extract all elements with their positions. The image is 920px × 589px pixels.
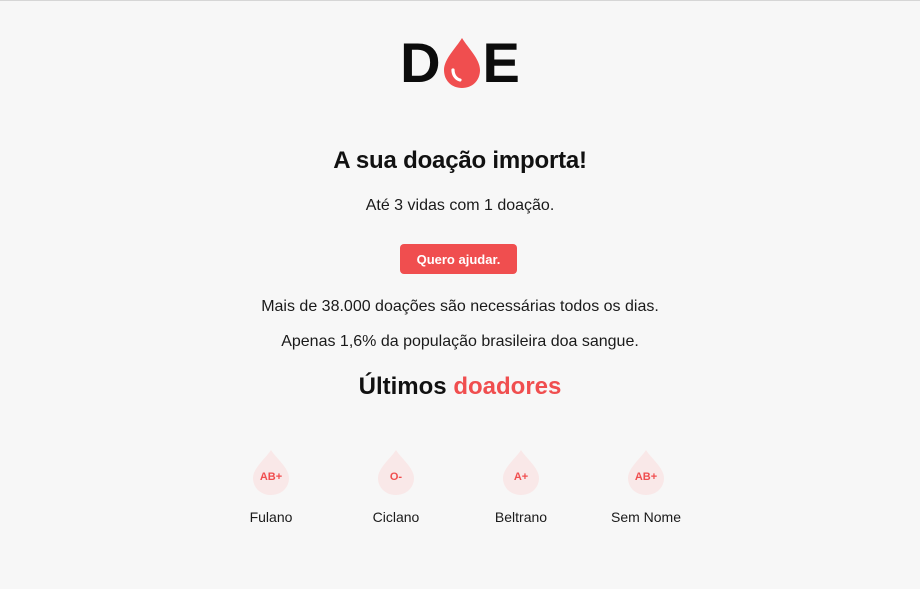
donor-name: Ciclano xyxy=(372,509,420,525)
donor-card: AB+ Fulano xyxy=(216,449,326,525)
donors-section-title: Últimos doadores xyxy=(0,373,920,401)
donor-name: Beltrano xyxy=(494,509,548,525)
stat-donations-needed: Mais de 38.000 doações são necessárias t… xyxy=(261,298,659,315)
logo-letter-d: D xyxy=(400,31,441,94)
hero-subtitle: Até 3 vidas com 1 doação. xyxy=(365,197,555,214)
blood-drop-icon xyxy=(443,38,480,88)
donor-drop: AB+ xyxy=(251,449,291,497)
stat-population-donors: Apenas 1,6% da população brasileira doa … xyxy=(281,333,639,350)
donor-name: Fulano xyxy=(249,509,293,525)
blood-type-label: O- xyxy=(389,471,403,483)
logo: D E xyxy=(0,35,920,91)
donors-title-accent: doadores xyxy=(453,373,562,400)
donor-card: A+ Beltrano xyxy=(466,449,576,525)
donor-card: AB+ Sem Nome xyxy=(591,449,701,525)
donor-drop: AB+ xyxy=(626,449,666,497)
help-button[interactable]: Quero ajudar. xyxy=(400,244,517,274)
donor-name: Sem Nome xyxy=(610,509,682,525)
donor-drop: A+ xyxy=(501,449,541,497)
donors-title-plain: Últimos xyxy=(358,373,447,400)
donor-list: AB+ Fulano O- Ciclano A+ Beltrano AB+ Se… xyxy=(0,449,920,539)
page-title: A sua doação importa! xyxy=(333,147,587,174)
blood-type-label: AB+ xyxy=(634,471,658,483)
blood-type-label: A+ xyxy=(513,471,529,483)
blood-type-label: AB+ xyxy=(259,471,283,483)
logo-letter-e: E xyxy=(482,31,520,94)
donor-card: O- Ciclano xyxy=(341,449,451,525)
donor-drop: O- xyxy=(376,449,416,497)
